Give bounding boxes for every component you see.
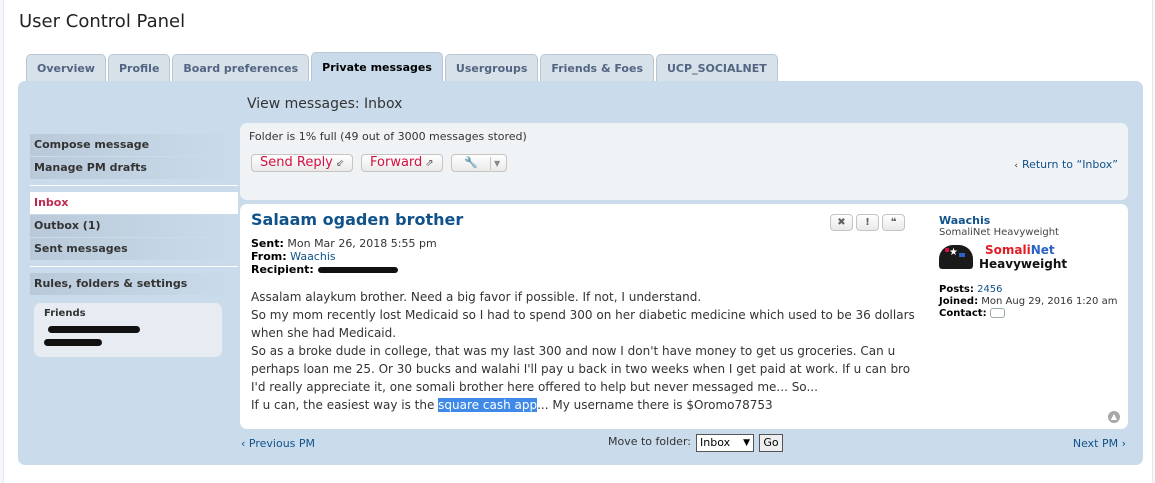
reply-arrow-icon: ⇙ xyxy=(335,158,345,169)
send-reply-button[interactable]: Send Reply ⇙ xyxy=(251,154,354,172)
folder-status: Folder is 1% full (49 out of 3000 messag… xyxy=(249,130,527,143)
chevron-left-icon: ‹ xyxy=(1014,161,1018,171)
tab-private-messages[interactable]: Private messages xyxy=(311,52,443,82)
friends-title: Friends xyxy=(44,308,86,319)
rank-image-net: Net xyxy=(1030,243,1055,257)
rank-image-somali: Somali xyxy=(985,243,1031,257)
move-folder-select[interactable]: Inbox ▼ xyxy=(696,434,754,452)
joined-value: Mon Aug 29, 2016 1:20 am xyxy=(981,296,1118,307)
previous-pm-link[interactable]: ‹ Previous PM xyxy=(241,437,315,450)
sidebar-item-compose[interactable]: Compose message xyxy=(30,134,238,156)
sidebar-divider xyxy=(30,261,238,267)
forward-button[interactable]: Forward ⇗ xyxy=(361,154,443,172)
forward-arrow-icon: ⇗ xyxy=(425,158,434,169)
return-to-inbox-link[interactable]: ‹ Return to “Inbox” xyxy=(1014,158,1118,171)
move-folder-value: Inbox xyxy=(700,436,731,449)
from-label: From: xyxy=(251,250,287,263)
message-body: Assalam alaykum brother. Need a big favo… xyxy=(251,288,921,414)
author-profile: Waachis SomaliNet Heavyweight ★ SomaliNe… xyxy=(938,214,1123,320)
posts-count-link[interactable]: 2456 xyxy=(977,284,1002,295)
redacted-friend[interactable] xyxy=(44,339,102,346)
pm-navigation: ‹ Previous PM Move to folder: Inbox ▼ Go … xyxy=(240,433,1128,457)
back-to-top-icon[interactable]: ▲ xyxy=(1108,411,1120,423)
wrench-icon: 🔧 xyxy=(464,156,478,169)
send-reply-label: Send Reply xyxy=(260,155,333,170)
sidebar-item-sent[interactable]: Sent messages xyxy=(30,238,238,260)
message-subject[interactable]: Salaam ogaden brother xyxy=(251,210,463,229)
sidebar-item-manage-drafts[interactable]: Manage PM drafts xyxy=(30,157,238,179)
redacted-friend[interactable] xyxy=(48,326,140,333)
sent-value: Mon Mar 26, 2018 5:55 pm xyxy=(287,237,437,250)
rank-image-heavyweight: Heavyweight xyxy=(979,257,1068,271)
caret-divider xyxy=(490,157,491,170)
message-line: If u can, the easiest way is the square … xyxy=(251,396,921,414)
next-pm-label: Next PM xyxy=(1072,437,1119,450)
quote-icon[interactable]: ❝ xyxy=(882,214,905,231)
tab-profile[interactable]: Profile xyxy=(107,54,171,82)
sent-label: Sent: xyxy=(251,237,284,250)
tab-overview[interactable]: Overview xyxy=(26,54,106,82)
message-post: Salaam ogaden brother ✖ ! ❝ Sent: Mon Ma… xyxy=(240,204,1128,429)
chevron-down-icon: ▼ xyxy=(743,438,750,448)
previous-pm-label: Previous PM xyxy=(248,437,316,450)
chevron-right-icon: › xyxy=(1118,437,1126,450)
message-toolbar: Folder is 1% full (49 out of 3000 messag… xyxy=(240,123,1128,200)
recipient-label: Recipient: xyxy=(251,263,314,276)
posts-label: Posts: xyxy=(939,284,974,295)
return-label: Return to “Inbox” xyxy=(1021,158,1118,171)
sidebar-item-rules[interactable]: Rules, folders & settings xyxy=(30,273,238,295)
ucp-panel: Compose message Manage PM drafts Inbox O… xyxy=(18,81,1143,465)
rank-image: ★ SomaliNet Heavyweight xyxy=(939,241,1123,275)
message-text: ... My username there is $Oromo78753 xyxy=(537,398,773,412)
rank-flag-blue xyxy=(959,253,965,257)
contact-label: Contact: xyxy=(939,308,987,319)
sidebar: Compose message Manage PM drafts Inbox O… xyxy=(30,134,238,357)
tab-friends-foes[interactable]: Friends & Foes xyxy=(540,54,654,82)
author-rank: SomaliNet Heavyweight xyxy=(939,227,1059,238)
star-icon: ★ xyxy=(949,247,958,258)
redacted-recipient xyxy=(317,267,398,273)
rank-image-title: SomaliNet xyxy=(985,243,1055,257)
tab-board-preferences[interactable]: Board preferences xyxy=(172,54,310,82)
chevron-down-icon: ▼ xyxy=(494,159,501,168)
move-to-folder-label: Move to folder: xyxy=(608,435,691,448)
tab-usergroups[interactable]: Usergroups xyxy=(444,54,539,82)
message-text: If u can, the easiest way is the xyxy=(251,398,439,412)
sidebar-item-inbox[interactable]: Inbox xyxy=(30,192,238,214)
message-line: So as a broke dude in college, that was … xyxy=(251,344,911,394)
message-line: So my mom recently lost Medicaid so I ha… xyxy=(251,308,915,340)
joined-label: Joined: xyxy=(939,296,979,307)
tab-ucp-socialnet[interactable]: UCP_SOCIALNET xyxy=(656,54,778,82)
contact-icon[interactable] xyxy=(989,308,1005,318)
forward-label: Forward xyxy=(370,155,423,170)
post-actions: ✖ ! ❝ xyxy=(830,214,905,231)
highlighted-text: square cash app xyxy=(438,398,538,412)
page-title: User Control Panel xyxy=(19,11,186,32)
delete-icon[interactable]: ✖ xyxy=(830,214,853,231)
sidebar-divider xyxy=(30,180,238,186)
author-stats: Posts: 2456 Joined: Mon Aug 29, 2016 1:2… xyxy=(939,284,1123,320)
go-button[interactable]: Go xyxy=(759,434,783,452)
friends-box: Friends xyxy=(34,303,222,357)
view-title: View messages: Inbox xyxy=(247,96,403,112)
message-meta: Sent: Mon Mar 26, 2018 5:55 pm From: Waa… xyxy=(251,237,437,276)
report-icon[interactable]: ! xyxy=(856,214,879,231)
ucp-tabs: Overview Profile Board preferences Priva… xyxy=(26,52,778,82)
tools-dropdown-button[interactable]: 🔧 ▼ xyxy=(451,154,507,172)
chevron-left-icon: ‹ xyxy=(241,437,249,450)
page-wrapper: User Control Panel Overview Profile Boar… xyxy=(3,0,1153,483)
next-pm-link[interactable]: Next PM › xyxy=(1073,437,1126,450)
sidebar-item-outbox[interactable]: Outbox (1) xyxy=(30,215,238,237)
author-username[interactable]: Waachis xyxy=(939,214,1123,227)
message-line: Assalam alaykum brother. Need a big favo… xyxy=(251,290,702,304)
from-user-link[interactable]: Waachis xyxy=(290,250,335,263)
